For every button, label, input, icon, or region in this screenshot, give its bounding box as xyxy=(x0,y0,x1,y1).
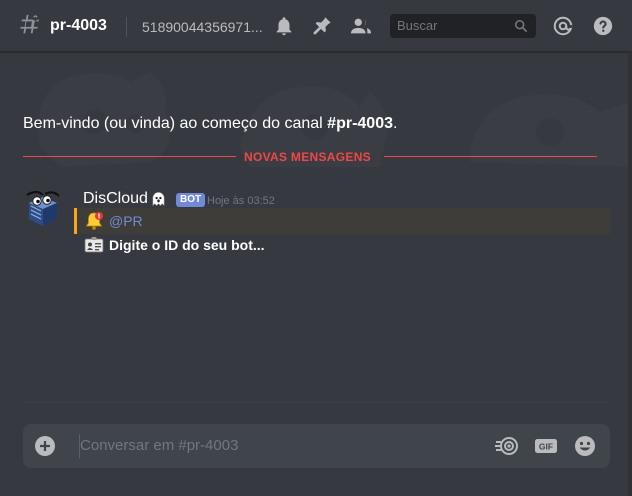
composer-separator xyxy=(23,402,610,403)
divider-line-left xyxy=(23,156,236,157)
user-mention[interactable]: @PR xyxy=(109,213,143,229)
welcome-channel: #pr-4003 xyxy=(327,115,393,132)
mention-highlight xyxy=(74,208,610,234)
search-input[interactable]: Buscar xyxy=(397,18,437,34)
help-icon[interactable] xyxy=(592,15,614,37)
bot-tag: BOT xyxy=(176,193,206,207)
channel-name: pr-4003 xyxy=(50,17,107,34)
divider-line-right xyxy=(384,156,597,157)
bot-avatar[interactable] xyxy=(23,189,63,229)
scrollbar-track[interactable] xyxy=(628,52,632,496)
message-timestamp: Hoje às 03:52 xyxy=(207,195,275,207)
message-input[interactable]: Conversar em #pr-4003 xyxy=(80,438,238,454)
channel-header: pr-4003 51890044356971... Buscar xyxy=(0,0,632,52)
id-card-icon xyxy=(84,237,104,253)
search-icon xyxy=(514,19,528,33)
bot-prompt-text: Digite o ID do seu bot... xyxy=(109,237,265,253)
pin-icon[interactable] xyxy=(311,15,333,37)
ghost-icon xyxy=(152,192,165,207)
bell-icon[interactable] xyxy=(273,15,295,37)
welcome-suffix: . xyxy=(393,115,398,132)
message-author[interactable]: DisCloud xyxy=(83,189,148,209)
welcome-message: Bem-vindo (ou vinda) ao começo do canal … xyxy=(23,114,397,134)
channel-topic[interactable]: 51890044356971... xyxy=(142,18,262,36)
emoji-picker-icon[interactable] xyxy=(573,434,597,458)
nitro-gift-icon[interactable] xyxy=(495,434,519,458)
welcome-text: Bem-vindo (ou vinda) ao começo do canal xyxy=(23,115,328,132)
header-divider xyxy=(126,17,127,37)
new-messages-label: NOVAS MENSAGENS xyxy=(244,150,371,164)
hash-icon xyxy=(20,14,39,34)
bell-notification-icon xyxy=(85,212,103,230)
mention-bar xyxy=(74,208,77,234)
search-box[interactable]: Buscar xyxy=(390,14,536,38)
message-composer[interactable]: Conversar em #pr-4003 GIF xyxy=(23,424,610,468)
members-icon[interactable] xyxy=(350,15,372,37)
add-attachment-icon[interactable] xyxy=(35,436,55,456)
gif-picker-icon[interactable]: GIF xyxy=(534,434,558,458)
new-messages-divider: NOVAS MENSAGENS xyxy=(23,147,597,167)
at-icon[interactable] xyxy=(552,15,574,37)
gif-label: GIF xyxy=(539,442,553,452)
